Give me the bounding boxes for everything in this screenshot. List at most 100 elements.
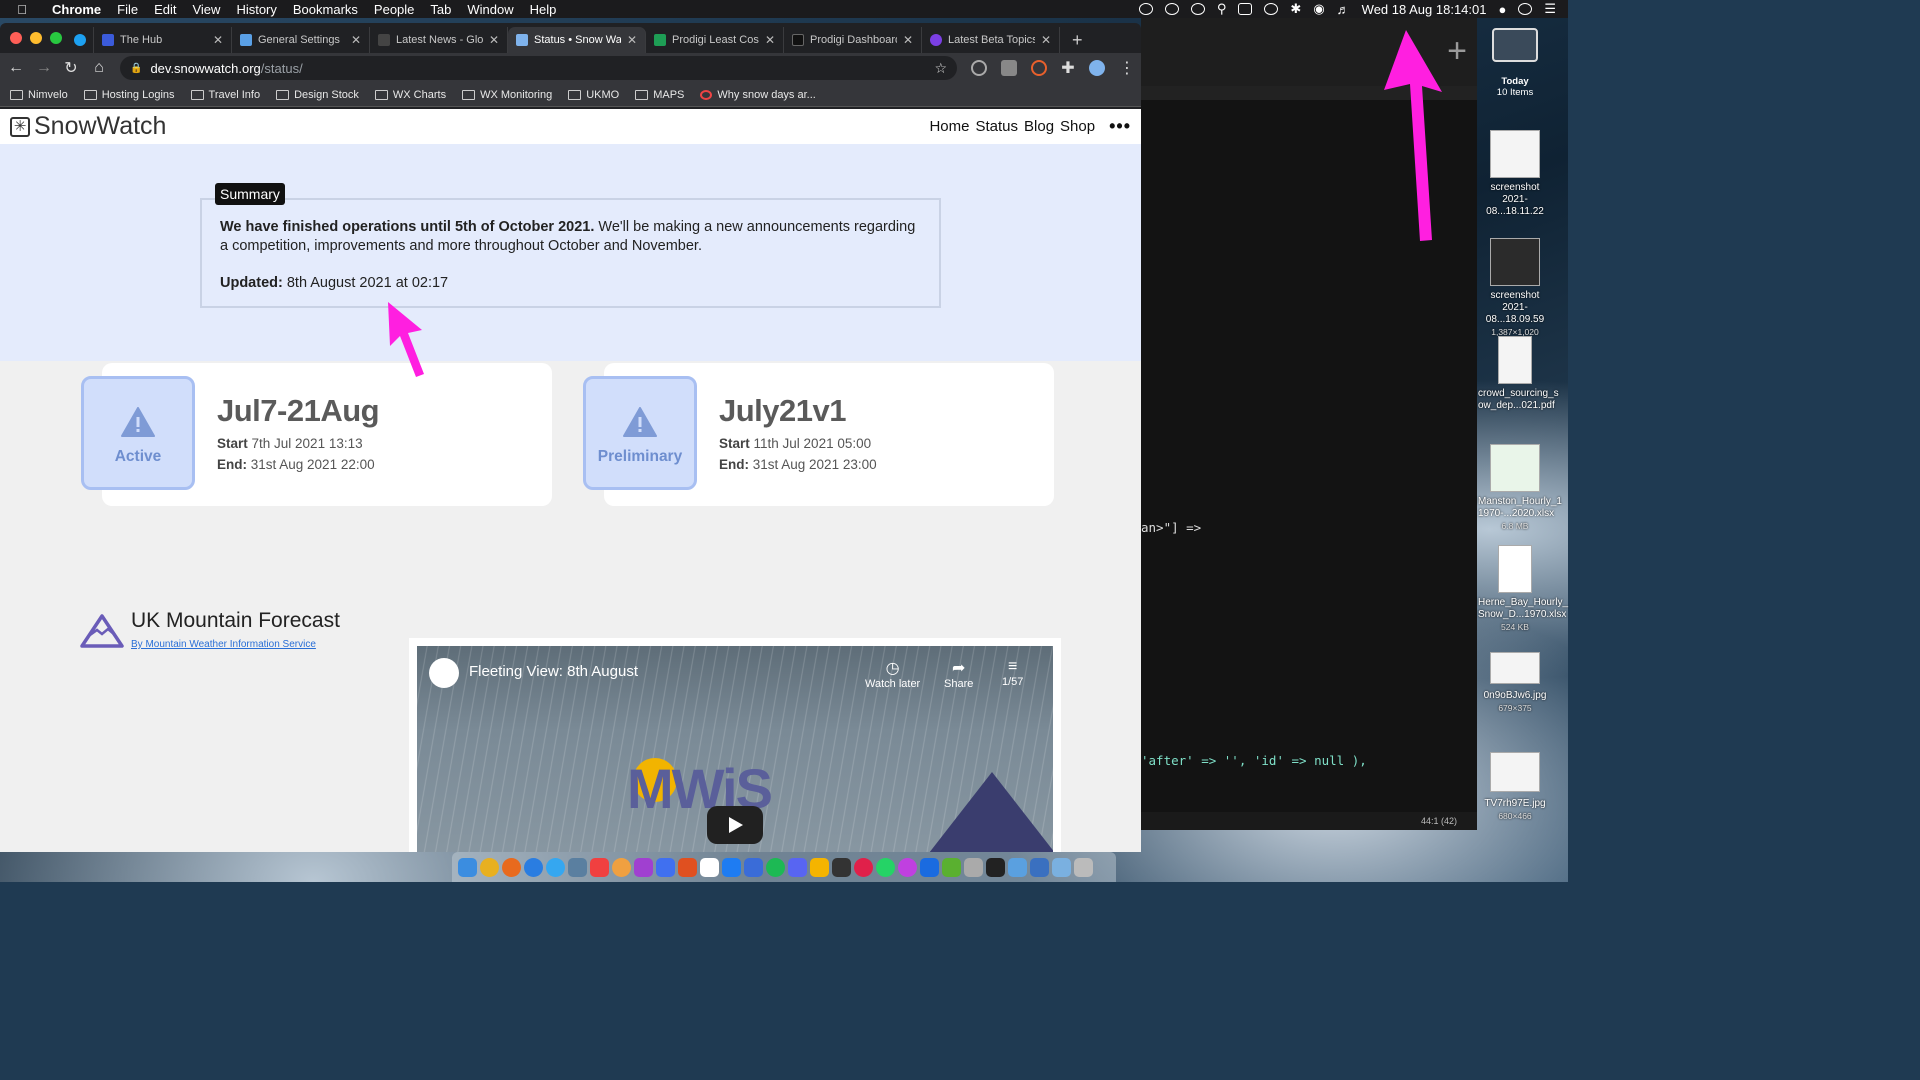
affinity-icon[interactable]: [634, 857, 653, 877]
app-store-icon[interactable]: [722, 857, 741, 877]
minimize-window-button[interactable]: [30, 32, 42, 44]
bookmark-star-icon[interactable]: ☆: [934, 60, 947, 77]
watch-later-button[interactable]: ◷ Watch later: [865, 658, 920, 690]
menu-bookmarks[interactable]: Bookmarks: [285, 2, 366, 17]
lock-icon[interactable]: 🔒: [130, 63, 142, 74]
desktop-file[interactable]: Manston_Hourly_1 1970-...2020.xlsx 6.8 M…: [1478, 444, 1562, 532]
wifi-icon[interactable]: ◉: [1313, 1, 1324, 17]
preview-icon[interactable]: [568, 857, 587, 877]
password-manager-icon[interactable]: [1190, 3, 1205, 15]
apple-icon[interactable]: : [0, 2, 44, 17]
menu-tab[interactable]: Tab: [422, 2, 459, 17]
bookmark-item[interactable]: WX Monitoring: [462, 89, 552, 101]
downloads-folder-icon[interactable]: [1008, 857, 1027, 877]
tab-the-hub[interactable]: The Hub ✕: [94, 27, 232, 53]
desktop-file[interactable]: Herne_Bay_Hourly_ Snow_D...1970.xlsx 524…: [1478, 545, 1568, 633]
photos-icon[interactable]: [612, 857, 631, 877]
bookmark-item[interactable]: WX Charts: [374, 89, 446, 101]
close-tab-icon[interactable]: ✕: [627, 33, 637, 47]
playlist-button[interactable]: ≡ 1/57: [1002, 658, 1023, 688]
more-menu-icon[interactable]: •••: [1109, 116, 1131, 137]
address-bar[interactable]: 🔒 dev.snowwatch.org/status/ ☆: [120, 56, 957, 80]
profile-snowflake-icon[interactable]: [1089, 60, 1105, 76]
bookmark-item[interactable]: Travel Info: [190, 89, 260, 101]
menu-edit[interactable]: Edit: [146, 2, 184, 17]
bookmark-item[interactable]: Design Stock: [276, 89, 359, 101]
chrome-menu-icon[interactable]: ⋮: [1119, 58, 1135, 78]
close-tab-icon[interactable]: ✕: [903, 33, 913, 47]
menu-file[interactable]: File: [109, 2, 146, 17]
nav-blog[interactable]: Blog: [1024, 118, 1054, 135]
tasks-icon[interactable]: [744, 857, 763, 877]
close-tab-icon[interactable]: ✕: [213, 33, 223, 47]
back-arrow-icon[interactable]: ←: [8, 59, 24, 77]
menu-view[interactable]: View: [184, 2, 228, 17]
cloud-icon[interactable]: [1138, 3, 1153, 15]
menu-window[interactable]: Window: [459, 2, 521, 17]
extra-icon[interactable]: [832, 857, 851, 877]
password-app-icon[interactable]: [1030, 857, 1049, 877]
video-player[interactable]: MWiS Fleeting View: 8th August ◷ Watch la…: [417, 646, 1053, 852]
tab-twitter[interactable]: [66, 27, 94, 53]
menu-help[interactable]: Help: [522, 2, 565, 17]
camera-extension-icon[interactable]: [1001, 60, 1017, 76]
affinity-publisher-icon[interactable]: [678, 857, 697, 877]
system-icon[interactable]: [964, 857, 983, 877]
share-button[interactable]: ➦ Share: [944, 658, 973, 690]
video-embed[interactable]: MWiS Fleeting View: 8th August ◷ Watch la…: [409, 638, 1061, 852]
desktop-file[interactable]: TV7rh97E.jpg 680×466: [1478, 752, 1552, 822]
spotify-icon[interactable]: [766, 857, 785, 877]
menu-people[interactable]: People: [366, 2, 422, 17]
close-tab-icon[interactable]: ✕: [489, 33, 499, 47]
desktop-file[interactable]: screenshot 2021-08...18.11.22: [1478, 130, 1552, 218]
nav-status[interactable]: Status: [975, 118, 1018, 135]
notification-center-icon[interactable]: ☰: [1544, 1, 1556, 17]
spotlight-search-icon[interactable]: ⚲: [1217, 1, 1227, 17]
tab-prodigi-least-cost[interactable]: Prodigi Least Cost ✕: [646, 27, 784, 53]
whatsapp-icon[interactable]: [876, 857, 895, 877]
airplay-icon[interactable]: [1238, 3, 1253, 15]
extensions-puzzle-icon[interactable]: ✚: [1061, 58, 1075, 78]
safari-icon[interactable]: [524, 857, 543, 877]
reload-icon[interactable]: ↻: [64, 58, 78, 78]
home-icon[interactable]: ⌂: [92, 59, 106, 77]
menu-history[interactable]: History: [228, 2, 284, 17]
affinity-designer-icon[interactable]: [656, 857, 675, 877]
finder-icon[interactable]: [458, 857, 477, 877]
channel-avatar[interactable]: [429, 658, 459, 688]
siri-icon[interactable]: [1518, 3, 1533, 15]
tab-general-settings[interactable]: General Settings ✕: [232, 27, 370, 53]
xcode-icon[interactable]: [920, 857, 939, 877]
tab-latest-news[interactable]: Latest News - Glob ✕: [370, 27, 508, 53]
folder-icon[interactable]: [1052, 857, 1071, 877]
password-extension-icon[interactable]: [971, 60, 987, 76]
messages-icon[interactable]: [546, 857, 565, 877]
desktop-file[interactable]: 0n9oBJw6.jpg 679×375: [1478, 652, 1552, 714]
site-logo[interactable]: ✳ SnowWatch: [10, 112, 166, 141]
drive-icon[interactable]: [1164, 3, 1179, 15]
close-tab-icon[interactable]: ✕: [765, 33, 775, 47]
bookmark-item[interactable]: Why snow days ar...: [700, 89, 816, 101]
bookmark-item[interactable]: MAPS: [635, 89, 684, 101]
user-icon[interactable]: ●: [1498, 2, 1506, 17]
new-tab-plus-icon[interactable]: +: [1447, 34, 1467, 68]
desktop-file[interactable]: crowd_sourcing_s ow_dep...021.pdf: [1478, 336, 1559, 412]
time-machine-icon[interactable]: [1264, 3, 1279, 15]
app-icon[interactable]: [898, 857, 917, 877]
tab-status-snowwatch[interactable]: Status • Snow Wat ✕: [508, 27, 646, 53]
terminal-icon[interactable]: [986, 857, 1005, 877]
desktop-file[interactable]: screenshot 2021-08...18.09.59 1,387×1,02…: [1478, 238, 1552, 338]
rss-extension-icon[interactable]: [1031, 60, 1047, 76]
creative-cloud-icon[interactable]: [854, 857, 873, 877]
clock[interactable]: Wed 18 Aug 18:14:01: [1362, 2, 1487, 17]
tab-prodigi-dashboard[interactable]: Prodigi Dashboard ✕: [784, 27, 922, 53]
notes-icon[interactable]: [810, 857, 829, 877]
close-tab-icon[interactable]: ✕: [1041, 33, 1051, 47]
close-tab-icon[interactable]: ✕: [351, 33, 361, 47]
nav-shop[interactable]: Shop: [1060, 118, 1095, 135]
bluetooth-icon[interactable]: ✱: [1290, 1, 1301, 17]
close-window-button[interactable]: [10, 32, 22, 44]
bookmark-item[interactable]: Hosting Logins: [83, 89, 175, 101]
zoom-window-button[interactable]: [50, 32, 62, 44]
video-title[interactable]: Fleeting View: 8th August: [469, 663, 638, 680]
